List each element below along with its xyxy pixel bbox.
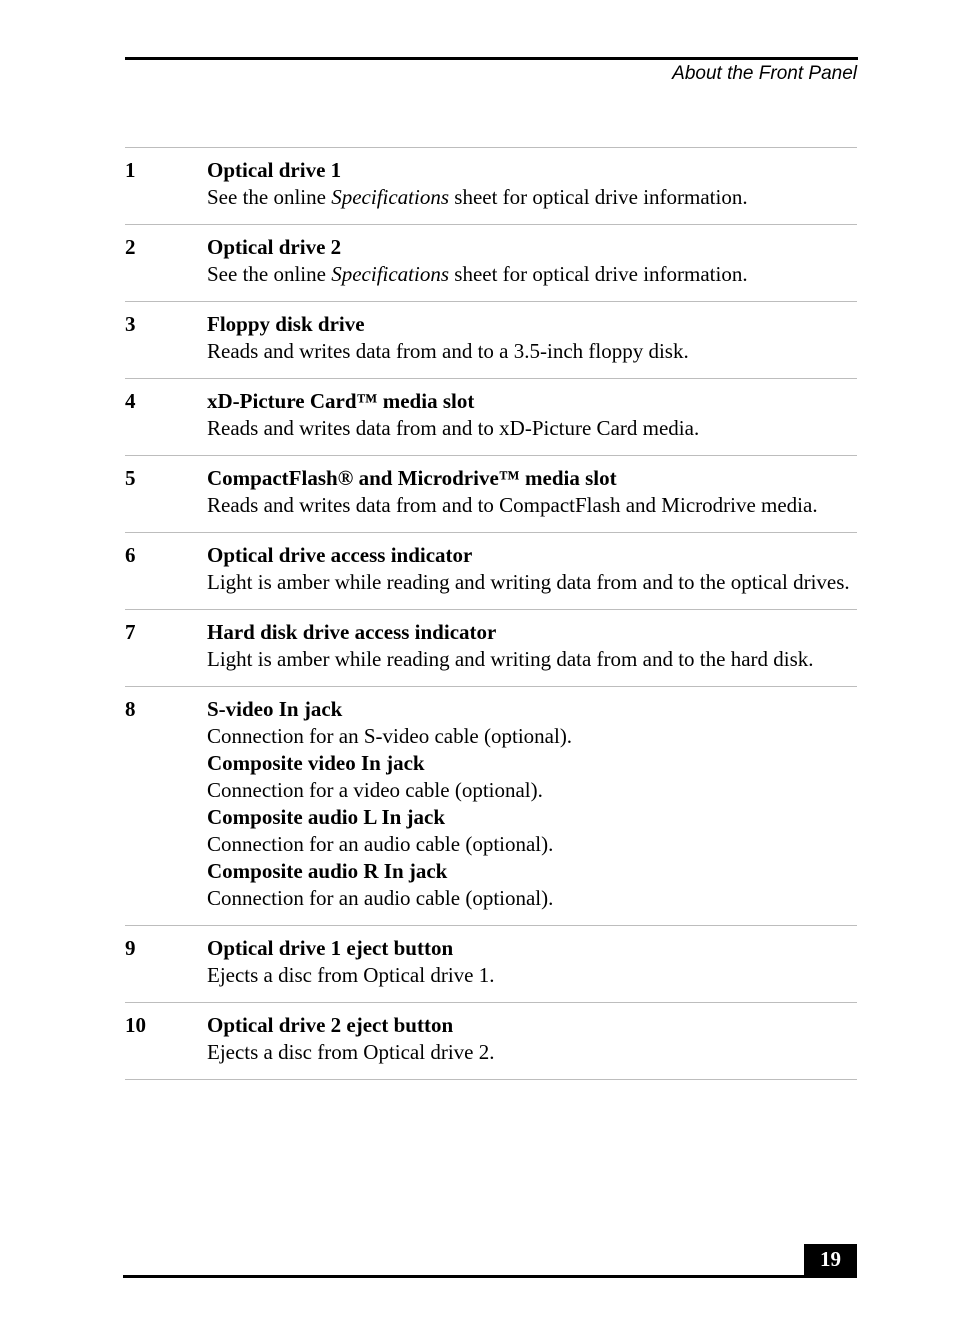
item-description: Reads and writes data from and to xD-Pic… bbox=[207, 415, 857, 442]
description-text: Reads and writes data from and to xD-Pic… bbox=[207, 416, 700, 440]
description-text: Connection for an audio cable (optional)… bbox=[207, 832, 554, 856]
description-text: See the online bbox=[207, 185, 332, 209]
item-title: Optical drive access indicator bbox=[207, 543, 473, 567]
item-content: S-video In jack Connection for an S-video… bbox=[207, 696, 857, 912]
item-number: 9 bbox=[125, 936, 136, 960]
item-number: 1 bbox=[125, 158, 136, 182]
item-description: Connection for a video cable (optional). bbox=[207, 777, 857, 804]
table-row: 8 S-video In jack Connection for an S-vide… bbox=[125, 686, 857, 925]
description-text: Connection for an S-video cable (optiona… bbox=[207, 724, 573, 748]
item-description: Reads and writes data from and to Compac… bbox=[207, 492, 857, 519]
item-content: Optical drive 1 See the online Specificat… bbox=[207, 157, 857, 211]
table-row: 6 Optical drive access indicator Light is … bbox=[125, 532, 857, 609]
item-description: Ejects a disc from Optical drive 2. bbox=[207, 1039, 857, 1066]
item-title: xD-Picture Card™ media slot bbox=[207, 389, 475, 413]
item-content: CompactFlash® and Microdrive™ media slot… bbox=[207, 465, 857, 519]
item-content: Optical drive access indicator Light is a… bbox=[207, 542, 857, 596]
description-text: sheet for optical drive information. bbox=[449, 262, 748, 286]
item-title: CompactFlash® and Microdrive™ media slot bbox=[207, 466, 617, 490]
item-title: Hard disk drive access indicator bbox=[207, 620, 497, 644]
item-number: 8 bbox=[125, 697, 136, 721]
item-description: See the online Specifications sheet for … bbox=[207, 184, 857, 211]
footer-rule bbox=[123, 1275, 857, 1278]
item-content: Optical drive 2 eject button Ejects a dis… bbox=[207, 1012, 857, 1066]
table-row: 7 Hard disk drive access indicator Light i… bbox=[125, 609, 857, 686]
running-header: About the Front Panel bbox=[672, 63, 857, 84]
item-number: 4 bbox=[125, 389, 136, 413]
item-content: Hard disk drive access indicator Light is… bbox=[207, 619, 857, 673]
description-emphasis: Specifications bbox=[331, 185, 450, 209]
item-content: xD-Picture Card™ media slot Reads and wri… bbox=[207, 388, 857, 442]
item-number: 10 bbox=[125, 1013, 146, 1037]
item-description: Light is amber while reading and writing… bbox=[207, 646, 857, 673]
item-content: Optical drive 1 eject button Ejects a dis… bbox=[207, 935, 857, 989]
item-description: Connection for an audio cable (optional)… bbox=[207, 885, 857, 912]
table-row: 4 xD-Picture Card™ media slot Reads and wr… bbox=[125, 378, 857, 455]
item-content: Optical drive 2 See the online Specificat… bbox=[207, 234, 857, 288]
description-text: See the online bbox=[207, 262, 332, 286]
item-description: Light is amber while reading and writing… bbox=[207, 569, 857, 596]
description-text: sheet for optical drive information. bbox=[449, 185, 748, 209]
description-text: Ejects a disc from Optical drive 2. bbox=[207, 1040, 495, 1064]
item-title: Optical drive 1 eject button bbox=[207, 936, 454, 960]
item-content: Floppy disk drive Reads and writes data f… bbox=[207, 311, 857, 365]
description-text: Reads and writes data from and to a 3.5-… bbox=[207, 339, 689, 363]
description-text: Light is amber while reading and writing… bbox=[207, 647, 814, 671]
item-number: 7 bbox=[125, 620, 136, 644]
item-description: Reads and writes data from and to a 3.5-… bbox=[207, 338, 857, 365]
description-text: Connection for a video cable (optional). bbox=[207, 778, 543, 802]
table-row: 10 Optical drive 2 eject button Ejects a d… bbox=[125, 1002, 857, 1080]
header-rule bbox=[125, 57, 858, 60]
table-row: 3 Floppy disk drive Reads and writes data … bbox=[125, 301, 857, 378]
table-row: 1 Optical drive 1 See the online Specifica… bbox=[125, 147, 857, 224]
item-title: Optical drive 2 eject button bbox=[207, 1013, 454, 1037]
item-title: Optical drive 2 bbox=[207, 235, 342, 259]
item-title: S-video In jack bbox=[207, 697, 343, 721]
item-title: Composite audio L In jack bbox=[207, 805, 446, 829]
description-text: Light is amber while reading and writing… bbox=[207, 570, 850, 594]
front-panel-items-table: 1 Optical drive 1 See the online Specifica… bbox=[125, 147, 857, 1080]
description-emphasis: Specifications bbox=[331, 262, 450, 286]
item-description: Connection for an audio cable (optional)… bbox=[207, 831, 857, 858]
table-row: 5 CompactFlash® and Microdrive™ media slo… bbox=[125, 455, 857, 532]
item-number: 6 bbox=[125, 543, 136, 567]
item-title: Composite video In jack bbox=[207, 751, 425, 775]
item-description: Ejects a disc from Optical drive 1. bbox=[207, 962, 857, 989]
item-number: 2 bbox=[125, 235, 136, 259]
item-title: Composite audio R In jack bbox=[207, 859, 448, 883]
item-title: Floppy disk drive bbox=[207, 312, 365, 336]
item-description: Connection for an S-video cable (optiona… bbox=[207, 723, 857, 750]
description-text: Reads and writes data from and to Compac… bbox=[207, 493, 818, 517]
item-number: 3 bbox=[125, 312, 136, 336]
item-number: 5 bbox=[125, 466, 136, 490]
description-text: Connection for an audio cable (optional)… bbox=[207, 886, 554, 910]
page-number: 19 bbox=[804, 1244, 857, 1276]
table-row: 9 Optical drive 1 eject button Ejects a di… bbox=[125, 925, 857, 1002]
item-description: See the online Specifications sheet for … bbox=[207, 261, 857, 288]
item-title: Optical drive 1 bbox=[207, 158, 342, 182]
table-row: 2 Optical drive 2 See the online Specifica… bbox=[125, 224, 857, 301]
description-text: Ejects a disc from Optical drive 1. bbox=[207, 963, 495, 987]
